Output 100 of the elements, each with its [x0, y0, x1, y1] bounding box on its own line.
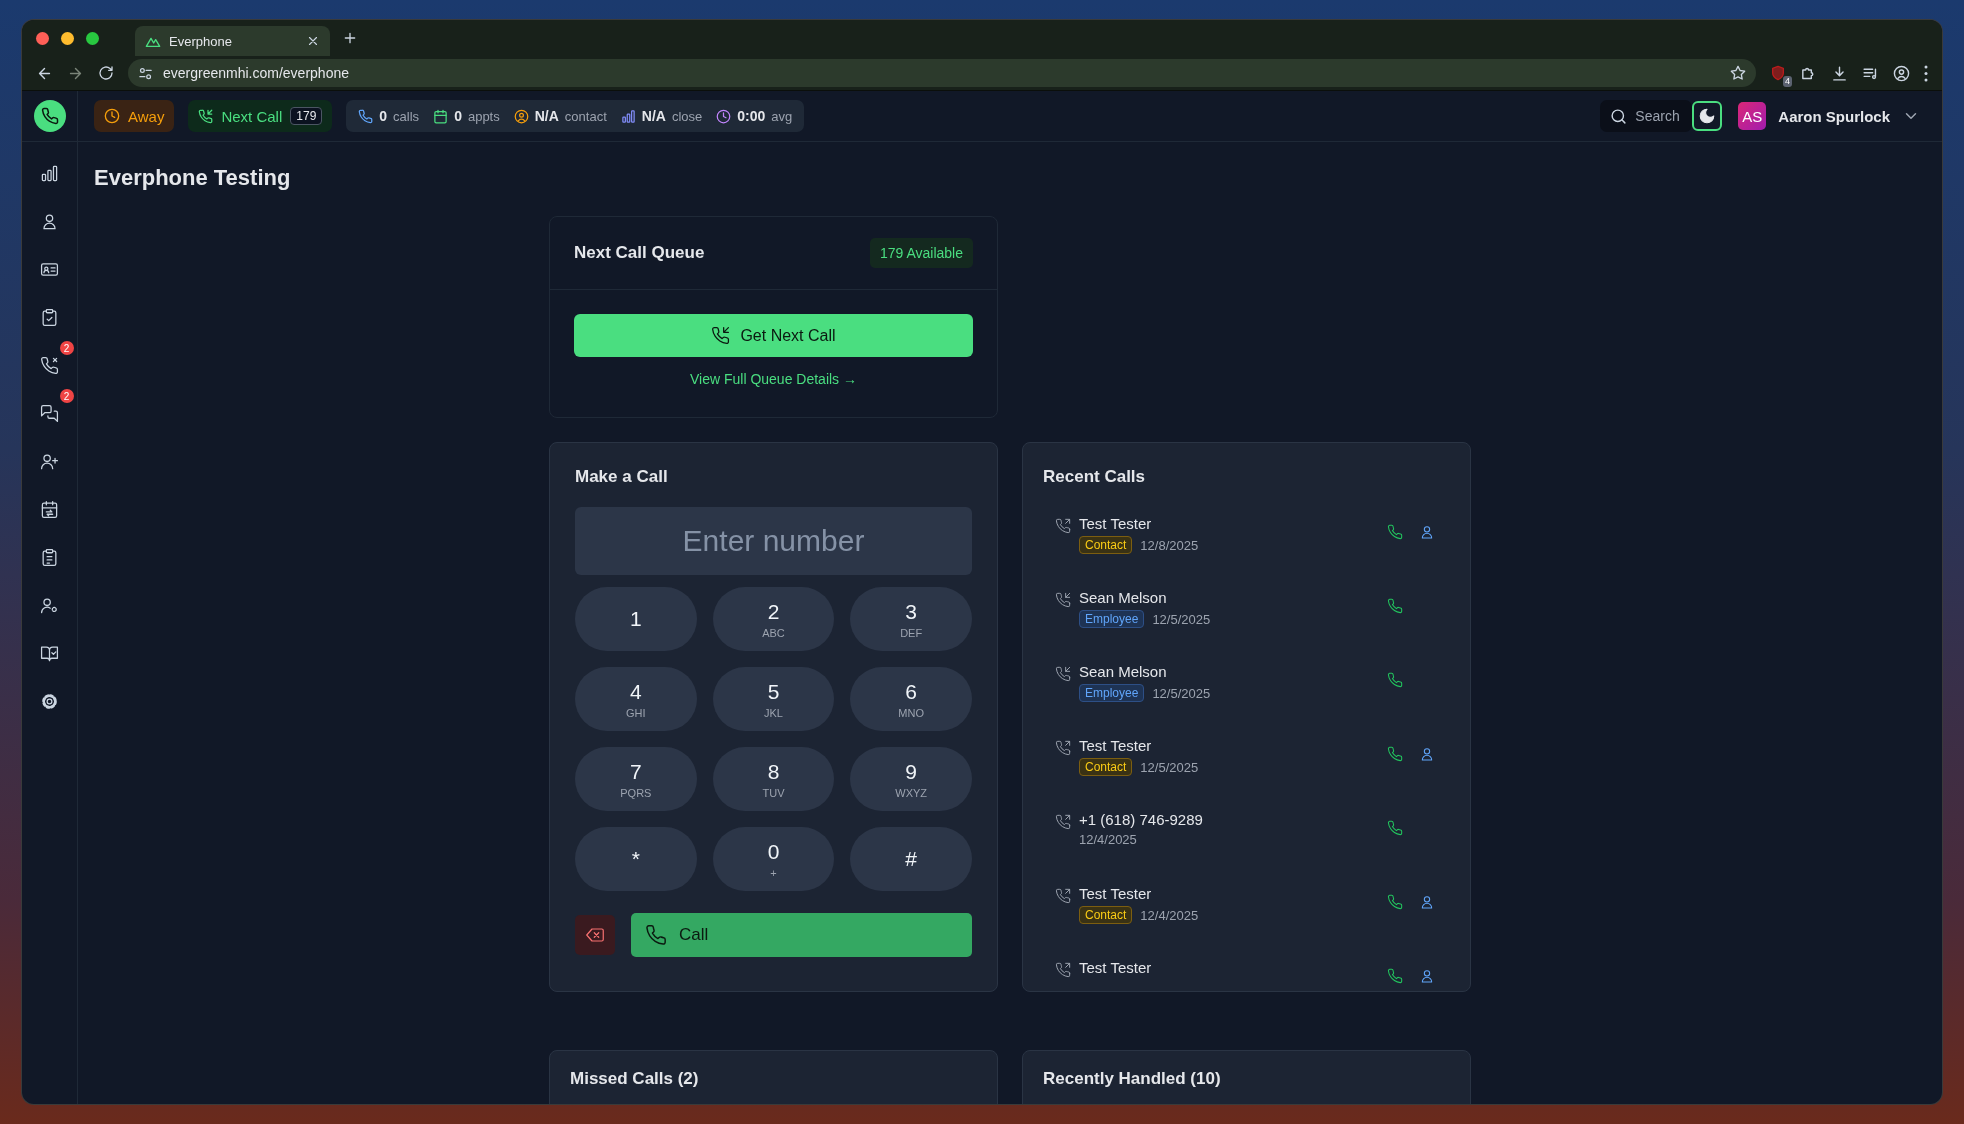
stat-label: avg — [771, 108, 793, 124]
next-call-button[interactable]: Next Call 179 — [188, 100, 333, 132]
call-date: 12/5/2025 — [1152, 685, 1211, 701]
dial-key[interactable]: * — [575, 827, 697, 891]
call-date: 12/4/2025 — [1140, 907, 1199, 923]
stat-label: appts — [467, 108, 500, 124]
call-date: 12/4/2025 — [1079, 832, 1137, 847]
user-icon — [1419, 894, 1435, 910]
call-date: 12/5/2025 — [1140, 759, 1199, 775]
dial-key[interactable]: # — [850, 827, 972, 891]
card-title: Make a Call — [575, 467, 669, 487]
caller-name: +1 (618) 746-9289 — [1079, 811, 1204, 828]
queue-details-link[interactable]: View Full Queue Details → — [689, 371, 857, 387]
caller-name: Test Tester — [1079, 959, 1153, 976]
star-icon — [1730, 65, 1746, 81]
phone-icon — [645, 924, 667, 946]
status-button[interactable]: Away — [94, 100, 175, 132]
get-next-call-button[interactable]: Get Next Call — [574, 314, 973, 357]
notification-badge: 2 — [59, 341, 74, 355]
caller-type-tag: Contact — [1079, 758, 1133, 776]
phone-icon — [1387, 894, 1403, 910]
phone-icon — [1387, 746, 1403, 762]
extension-badge: 4 — [1783, 76, 1792, 87]
dial-key[interactable]: 7 PQRS — [575, 747, 697, 811]
caller-name: Sean Melson — [1079, 663, 1168, 680]
bar-chart-icon — [40, 163, 59, 183]
dial-key[interactable]: 2 ABC — [712, 587, 835, 651]
user-icon — [1419, 746, 1435, 762]
backspace-icon — [586, 926, 604, 944]
count-badge: 179 — [290, 107, 323, 125]
site-settings-icon — [138, 65, 153, 81]
settings-icon — [40, 691, 59, 711]
maximize-window-button[interactable] — [86, 31, 99, 45]
phone-icon — [358, 108, 374, 124]
search-button[interactable]: Search — [1600, 100, 1693, 132]
phone-incoming-icon — [711, 326, 731, 345]
dial-key[interactable]: 5 JKL — [712, 667, 835, 731]
phone-logo[interactable] — [33, 100, 66, 132]
user-icon — [1419, 524, 1435, 540]
new-tab-icon — [342, 30, 358, 46]
menu-icon — [1924, 64, 1928, 82]
stat-value: N/A — [534, 108, 559, 124]
caller-type-tag: Employee — [1079, 684, 1145, 702]
backspace-button[interactable] — [575, 915, 615, 955]
phone-x-icon — [40, 355, 59, 375]
browser-tab[interactable]: Everphone — [135, 26, 330, 56]
clock-icon — [716, 108, 732, 124]
dial-key[interactable]: 4 GHI — [575, 667, 697, 731]
stat-label: calls — [393, 108, 420, 124]
number-input[interactable]: Enter number — [575, 507, 972, 575]
clock-icon — [104, 108, 120, 124]
calendar-icon — [433, 108, 449, 124]
caller-type-tag: Employee — [1079, 610, 1145, 628]
close-icon — [306, 34, 320, 48]
close-window-button[interactable] — [36, 31, 49, 45]
dial-key[interactable]: 0 + — [712, 827, 835, 891]
phone-icon — [1387, 524, 1403, 540]
stat-value: 0 — [379, 108, 388, 124]
caller-type-tag: Contact — [1079, 536, 1133, 554]
stat-value: 0:00 — [737, 108, 766, 124]
phone-icon — [1387, 820, 1403, 836]
available-badge: 179 Available — [869, 238, 973, 268]
bar-chart-icon — [620, 108, 636, 124]
calendar-icon — [40, 499, 59, 519]
user-icon — [513, 108, 529, 124]
dial-key[interactable]: 1 — [575, 587, 697, 651]
caller-name: Test Tester — [1079, 737, 1153, 754]
address-bar[interactable]: evergreenmhi.com/everphone — [128, 59, 1756, 87]
card-title: Recent Calls — [1043, 467, 1147, 487]
caller-name: Sean Melson — [1079, 589, 1168, 606]
caller-name: Test Tester — [1079, 515, 1153, 532]
phone-icon — [1387, 968, 1403, 984]
download-icon — [1831, 64, 1848, 82]
page-title: Everphone Testing — [94, 164, 292, 192]
avatar: AS — [1738, 102, 1767, 130]
card-title: Missed Calls (2) — [570, 1069, 700, 1089]
theme-toggle[interactable] — [1692, 101, 1723, 131]
stat-value: N/A — [641, 108, 666, 124]
profile-icon — [1893, 64, 1910, 82]
card-title: Recently Handled (10) — [1043, 1069, 1222, 1089]
chat-bubbles-icon — [40, 403, 59, 423]
phone-icon — [1387, 598, 1403, 614]
call-date: 12/5/2025 — [1152, 611, 1211, 627]
clipboard-list-icon — [40, 547, 59, 567]
phone-icon — [40, 107, 59, 125]
search-icon — [1610, 107, 1628, 125]
shield-icon — [1770, 65, 1786, 81]
dial-key[interactable]: 6 MNO — [850, 667, 972, 731]
phone-icon — [1387, 672, 1403, 688]
stat-value: 0 — [454, 108, 462, 124]
call-button[interactable]: Call — [631, 913, 972, 957]
dial-key[interactable]: 8 TUV — [712, 747, 835, 811]
user-menu[interactable]: Aaron Spurlock — [1778, 107, 1920, 125]
user-icon — [1419, 968, 1435, 984]
minimize-window-button[interactable] — [61, 31, 74, 45]
clipboard-check-icon — [40, 307, 59, 327]
notification-badge: 2 — [59, 389, 74, 403]
dial-key[interactable]: 9 WXYZ — [850, 747, 972, 811]
dial-key[interactable]: 3 DEF — [850, 587, 972, 651]
call-date: 12/8/2025 — [1140, 537, 1199, 553]
